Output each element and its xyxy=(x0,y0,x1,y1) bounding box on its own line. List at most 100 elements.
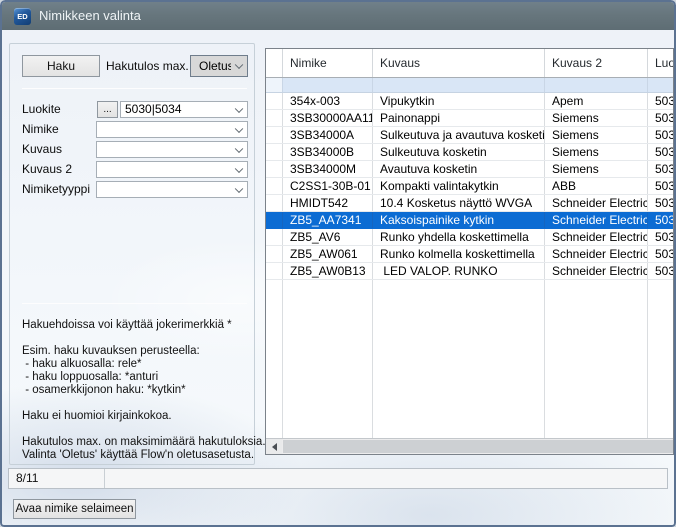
header-kuvaus[interactable]: Kuvaus xyxy=(373,49,545,77)
max-results-label: Hakutulos max. xyxy=(106,58,189,75)
table-row[interactable]: 3SB34000BSulkeutuva kosketinSiemens5030 xyxy=(266,144,673,161)
header-nimike[interactable]: Nimike xyxy=(283,49,373,77)
table-row[interactable]: HMIDT54210.4 Kosketus näyttö WVGASchneid… xyxy=(266,195,673,212)
table-row[interactable]: ZB5_AW061Runko kolmella koskettimellaSch… xyxy=(266,246,673,263)
kuvaus2-combo[interactable] xyxy=(96,161,248,178)
scrollbar-thumb[interactable] xyxy=(283,440,673,453)
row-selector[interactable] xyxy=(266,144,283,160)
scroll-left-icon xyxy=(272,443,277,451)
table-row[interactable]: 354x-003VipukytkinApem5030 xyxy=(266,93,673,110)
help-line: - haku alkuosalla: rele* xyxy=(22,358,266,371)
cell-kuvaus: Runko yhdella koskettimella xyxy=(373,229,545,245)
help-line: Hakutulos max. on maksimimäärä hakutulok… xyxy=(22,436,266,449)
cell-nimike: ZB5_AW061 xyxy=(283,246,373,262)
result-counter: 8/11 xyxy=(16,469,38,488)
max-results-value: Oletus xyxy=(199,56,231,76)
cell-kuvaus: Vipukytkin xyxy=(373,93,545,109)
row-selector[interactable] xyxy=(266,263,283,279)
table-body: 354x-003VipukytkinApem50303SB30000AA11Pa… xyxy=(266,93,673,438)
row-selector[interactable] xyxy=(266,127,283,143)
filter-kuvaus2[interactable] xyxy=(545,78,648,92)
cell-kuvaus2: Schneider Electric xyxy=(545,195,648,211)
cell-kuvaus: Kaksoispainike kytkin xyxy=(373,212,545,228)
help-line: Haku ei huomioi kirjainkokoa. xyxy=(22,410,266,423)
cell-nimike: ZB5_AW0B13 xyxy=(283,263,373,279)
cell-nimike: ZB5_AA7341 xyxy=(283,212,373,228)
filter-row[interactable] xyxy=(266,78,673,93)
open-in-browser-button[interactable]: Avaa nimike selaimeen xyxy=(13,499,136,519)
header-row-selector xyxy=(266,49,283,77)
chevron-down-icon xyxy=(235,184,243,192)
kuvaus-combo[interactable] xyxy=(96,141,248,158)
table-row[interactable]: 3SB34000ASulkeutuva ja avautuva kosketin… xyxy=(266,127,673,144)
cell-luokite: 5030 xyxy=(648,161,673,177)
filter-nimike[interactable] xyxy=(283,78,373,92)
cell-kuvaus: Sulkeutuva ja avautuva kosketin xyxy=(373,127,545,143)
cell-nimike: 3SB34000A xyxy=(283,127,373,143)
luokite-combo[interactable]: 5030|5034 xyxy=(120,101,248,118)
cell-kuvaus2: Schneider Electric xyxy=(545,212,648,228)
cell-luokite: 5030 xyxy=(648,229,673,245)
cell-kuvaus: Painonappi xyxy=(373,110,545,126)
nimike-combo[interactable] xyxy=(96,121,248,138)
chevron-down-icon xyxy=(235,61,243,69)
separator xyxy=(22,303,247,304)
table-row[interactable]: 3SB34000MAvautuva kosketinSiemens5030 xyxy=(266,161,673,178)
window-title: Nimikkeen valinta xyxy=(39,2,141,30)
scroll-left-button[interactable] xyxy=(266,439,282,454)
table-row[interactable]: ZB5_AW0B13 LED VALOP. RUNKOSchneider Ele… xyxy=(266,263,673,280)
header-luokite[interactable]: Luokite xyxy=(648,49,674,77)
filter-luokite[interactable] xyxy=(648,78,674,92)
row-selector[interactable] xyxy=(266,93,283,109)
app-icon: ED xyxy=(14,8,31,25)
dialog-window: ED Nimikkeen valinta Haku Hakutulos max.… xyxy=(0,0,676,527)
field-label-nimike: Nimike xyxy=(22,121,59,138)
row-selector[interactable] xyxy=(266,229,283,245)
filter-kuvaus[interactable] xyxy=(373,78,545,92)
luokite-value: 5030|5034 xyxy=(125,102,231,117)
cell-luokite: 5030 xyxy=(648,93,673,109)
row-selector[interactable] xyxy=(266,195,283,211)
cell-luokite: 5030 xyxy=(648,127,673,143)
cell-luokite: 5030 xyxy=(648,263,673,279)
cell-luokite: 5030 xyxy=(648,246,673,262)
chevron-down-icon xyxy=(235,104,243,112)
table-row[interactable]: ZB5_AA7341Kaksoispainike kytkinSchneider… xyxy=(266,212,673,229)
browse-button[interactable]: ... xyxy=(97,101,118,118)
search-button[interactable]: Haku xyxy=(22,55,100,77)
help-line: - haku loppuosalla: *anturi xyxy=(22,371,266,384)
cell-nimike: 3SB34000B xyxy=(283,144,373,160)
cell-luokite: 5030 xyxy=(648,195,673,211)
cell-kuvaus2: Siemens xyxy=(545,110,648,126)
max-results-combo[interactable]: Oletus xyxy=(190,55,248,77)
cell-luokite: 5030 xyxy=(648,144,673,160)
cell-kuvaus: Avautuva kosketin xyxy=(373,161,545,177)
filter-selector-cell xyxy=(266,78,283,92)
separator xyxy=(22,88,247,89)
table-row[interactable]: 3SB30000AA11PainonappiSiemens5030 xyxy=(266,110,673,127)
chevron-down-icon xyxy=(235,124,243,132)
row-selector[interactable] xyxy=(266,246,283,262)
title-bar[interactable]: ED Nimikkeen valinta xyxy=(2,2,674,30)
nimiketyyppi-combo[interactable] xyxy=(96,181,248,198)
field-label-kuvaus2: Kuvaus 2 xyxy=(22,161,72,178)
table-row[interactable]: C2SS1-30B-01Kompakti valintakytkinABB503… xyxy=(266,178,673,195)
row-selector[interactable] xyxy=(266,161,283,177)
cell-kuvaus: Kompakti valintakytkin xyxy=(373,178,545,194)
row-selector[interactable] xyxy=(266,178,283,194)
table-row[interactable]: ZB5_AV6Runko yhdella koskettimellaSchnei… xyxy=(266,229,673,246)
help-text: Hakuehdoissa voi käyttää jokerimerkkiä *… xyxy=(22,319,266,475)
cell-luokite: 5030 xyxy=(648,110,673,126)
row-selector[interactable] xyxy=(266,212,283,228)
cell-luokite: 5030 xyxy=(648,178,673,194)
cell-kuvaus: Runko kolmella koskettimella xyxy=(373,246,545,262)
horizontal-scrollbar[interactable] xyxy=(266,438,673,454)
table-header: Nimike Kuvaus Kuvaus 2 Luokite xyxy=(266,49,673,78)
header-kuvaus2[interactable]: Kuvaus 2 xyxy=(545,49,648,77)
cell-kuvaus: LED VALOP. RUNKO xyxy=(373,263,545,279)
chevron-down-icon xyxy=(235,144,243,152)
status-divider xyxy=(104,469,105,488)
cell-nimike: 354x-003 xyxy=(283,93,373,109)
row-selector[interactable] xyxy=(266,110,283,126)
cell-kuvaus2: Siemens xyxy=(545,144,648,160)
